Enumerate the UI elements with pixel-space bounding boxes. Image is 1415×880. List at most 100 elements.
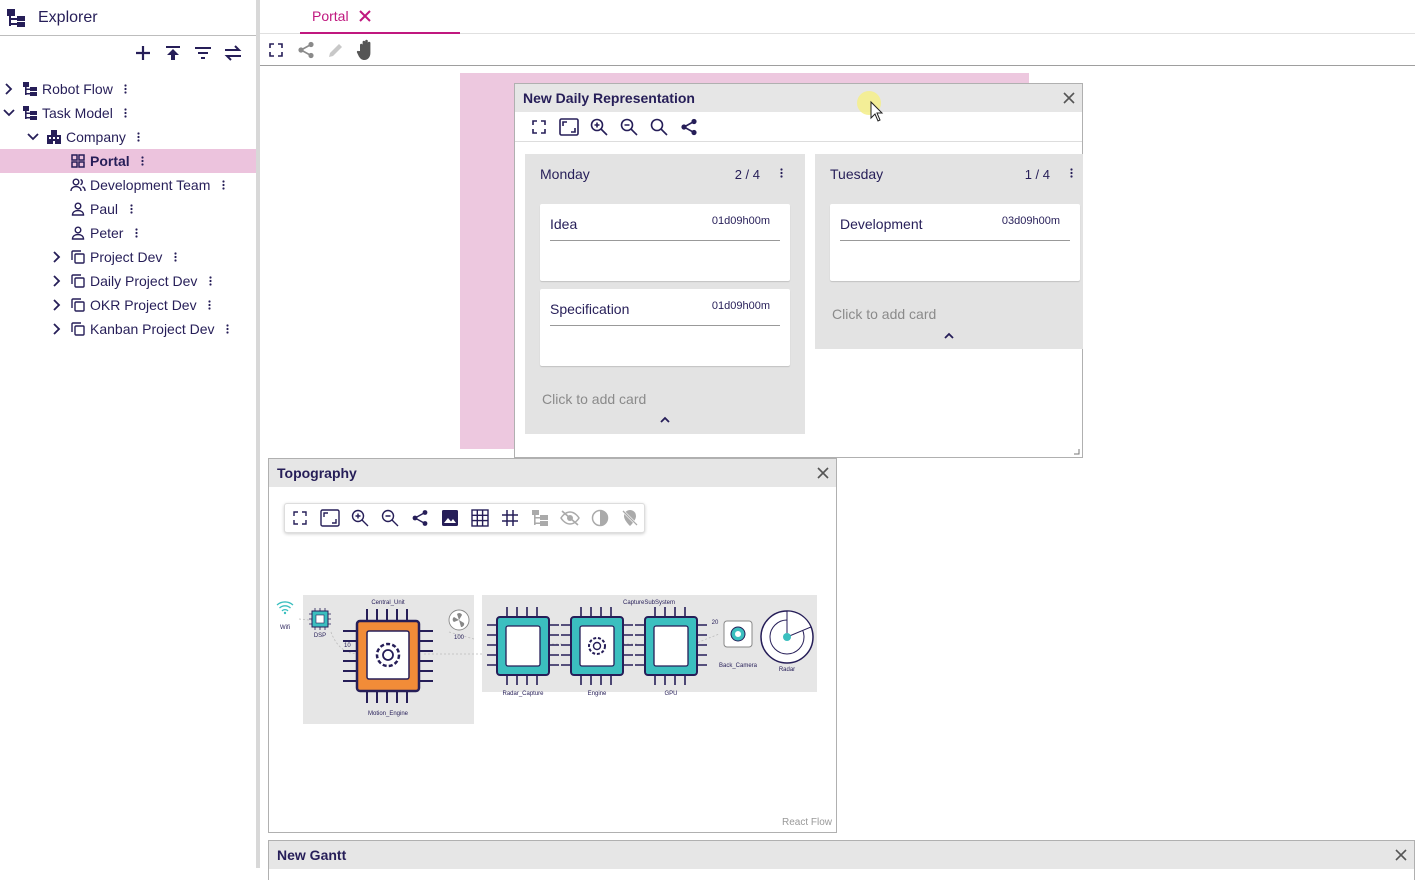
more-vert-icon[interactable] (207, 298, 213, 312)
more-vert-icon[interactable] (123, 106, 129, 120)
zoom-out-icon[interactable] (619, 117, 639, 137)
close-icon[interactable] (358, 10, 371, 22)
tree-item-peter[interactable]: Peter (0, 221, 256, 245)
tree-item-okr-project-dev[interactable]: OKR Project Dev (0, 293, 256, 317)
fit-view-icon[interactable] (290, 508, 310, 528)
add-card-link[interactable]: Click to add card (832, 306, 936, 322)
grid-lines-icon[interactable] (500, 508, 520, 528)
chevron-right-icon[interactable] (2, 82, 16, 96)
team-icon (70, 177, 86, 193)
swap-icon[interactable] (222, 42, 244, 64)
topography-window: Topography Central_Unit CaptureSubSystem (268, 458, 837, 833)
grid-icon[interactable] (470, 508, 490, 528)
chevron-right-icon[interactable] (50, 274, 64, 288)
search-icon[interactable] (649, 117, 669, 137)
chevron-up-icon[interactable] (815, 332, 1083, 339)
share-icon[interactable] (679, 117, 699, 137)
close-icon[interactable] (816, 466, 830, 480)
more-vert-icon[interactable] (136, 130, 142, 144)
more-vert-icon[interactable] (140, 154, 146, 168)
tree-item-kanban-project-dev[interactable]: Kanban Project Dev (0, 317, 256, 341)
wifi-label: Wifi (280, 625, 290, 631)
central-unit-label: Central_Unit (371, 600, 405, 606)
tree-item-label: Paul (90, 201, 119, 217)
more-vert-icon[interactable] (780, 168, 783, 178)
back-camera-label: Back_Camera (719, 663, 758, 669)
tree-item-daily-project-dev[interactable]: Daily Project Dev (0, 269, 256, 293)
window-titlebar[interactable]: New Gantt (269, 841, 1414, 869)
dsp-label: DSP (314, 633, 326, 639)
tree-item-paul[interactable]: Paul (0, 197, 256, 221)
chevron-right-icon[interactable] (50, 298, 64, 312)
contrast-icon[interactable] (590, 508, 610, 528)
tab-portal[interactable]: Portal (300, 0, 460, 34)
tree-item-label: Project Dev (90, 249, 163, 265)
window-titlebar[interactable]: Topography (269, 459, 836, 487)
more-vert-icon[interactable] (172, 250, 178, 264)
chevron-right-icon[interactable] (50, 322, 64, 336)
lane-count: 2 / 4 (734, 166, 760, 182)
react-flow-attribution[interactable]: React Flow (782, 817, 832, 828)
dashboard-icon (70, 153, 86, 169)
share-icon[interactable] (410, 508, 430, 528)
tree-item-robot-flow[interactable]: Robot Flow (0, 77, 256, 101)
chevron-up-icon[interactable] (525, 416, 805, 423)
more-vert-icon[interactable] (207, 274, 213, 288)
card[interactable]: Development 03d09h00m (830, 204, 1080, 281)
gpu-chip-icon (635, 607, 707, 685)
window-title: New Daily Representation (523, 90, 695, 106)
collapse-all-icon[interactable] (162, 42, 184, 64)
card[interactable]: Specification 01d09h00m (540, 289, 790, 366)
window-titlebar[interactable]: New Daily Representation (515, 84, 1082, 112)
hierarchy-icon (22, 81, 38, 97)
close-icon[interactable] (1062, 91, 1076, 105)
zoom-in-icon[interactable] (589, 117, 609, 137)
project-icon (70, 321, 86, 337)
card-duration: 03d09h00m (1001, 215, 1060, 227)
more-vert-icon[interactable] (1070, 168, 1073, 178)
tree-item-development-team[interactable]: Development Team (0, 173, 256, 197)
zoom-out-icon[interactable] (380, 508, 400, 528)
fit-view-icon[interactable] (266, 39, 286, 61)
fullscreen-icon[interactable] (320, 508, 340, 528)
resize-handle-icon[interactable] (1074, 449, 1080, 455)
engine-chip-icon (561, 607, 633, 685)
chevron-right-icon[interactable] (50, 250, 64, 264)
chevron-down-icon[interactable] (2, 106, 16, 120)
window-title: Topography (277, 465, 357, 481)
pan-hand-icon[interactable] (356, 39, 376, 61)
image-icon[interactable] (440, 508, 460, 528)
topography-toolbar (284, 503, 645, 533)
hierarchy-icon (22, 105, 38, 121)
hierarchy-icon[interactable] (530, 508, 550, 528)
lane-header: Monday 2 / 4 (525, 154, 805, 194)
camera-icon (723, 620, 753, 648)
add-card-link[interactable]: Click to add card (542, 391, 646, 407)
more-vert-icon[interactable] (123, 82, 129, 96)
more-vert-icon[interactable] (133, 226, 139, 240)
tab-label: Portal (312, 8, 349, 24)
window-title: New Gantt (277, 847, 347, 863)
location-off-icon[interactable] (620, 508, 640, 528)
filter-icon[interactable] (192, 42, 214, 64)
close-icon[interactable] (1394, 848, 1408, 862)
tree-item-portal[interactable]: Portal (0, 149, 256, 173)
fullscreen-icon[interactable] (559, 117, 579, 137)
add-icon[interactable] (132, 42, 154, 64)
share-icon[interactable] (296, 39, 316, 61)
fit-view-icon[interactable] (529, 117, 549, 137)
explorer-actions (132, 42, 244, 64)
tree-item-task-model[interactable]: Task Model (0, 101, 256, 125)
tree-item-project-dev[interactable]: Project Dev (0, 245, 256, 269)
tree-item-company[interactable]: Company (0, 125, 256, 149)
card[interactable]: Idea 01d09h00m (540, 204, 790, 281)
card-divider (840, 240, 1070, 241)
more-vert-icon[interactable] (225, 322, 231, 336)
edit-icon[interactable] (326, 39, 346, 61)
edge-label: 100 (454, 635, 465, 641)
more-vert-icon[interactable] (220, 178, 226, 192)
chevron-down-icon[interactable] (26, 130, 40, 144)
visibility-off-icon[interactable] (560, 508, 580, 528)
more-vert-icon[interactable] (128, 202, 134, 216)
zoom-in-icon[interactable] (350, 508, 370, 528)
